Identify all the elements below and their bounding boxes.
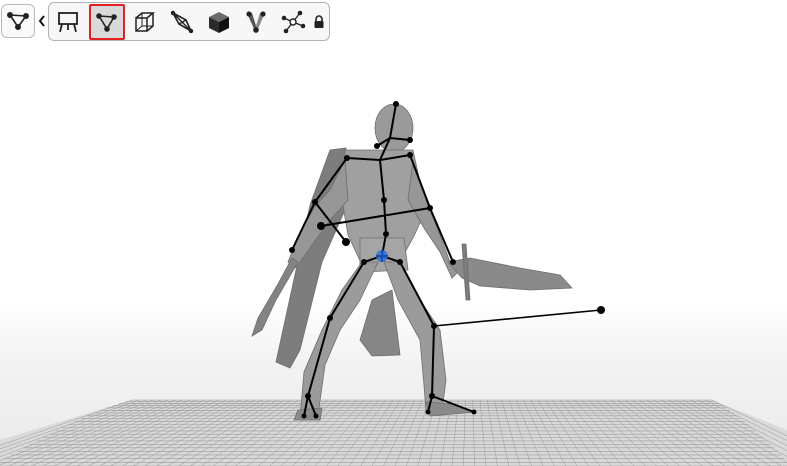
ground-grid: [0, 399, 787, 466]
3d-viewport[interactable]: [0, 0, 787, 466]
character-mesh: [251, 103, 573, 421]
root-bone-marker[interactable]: [376, 250, 388, 262]
